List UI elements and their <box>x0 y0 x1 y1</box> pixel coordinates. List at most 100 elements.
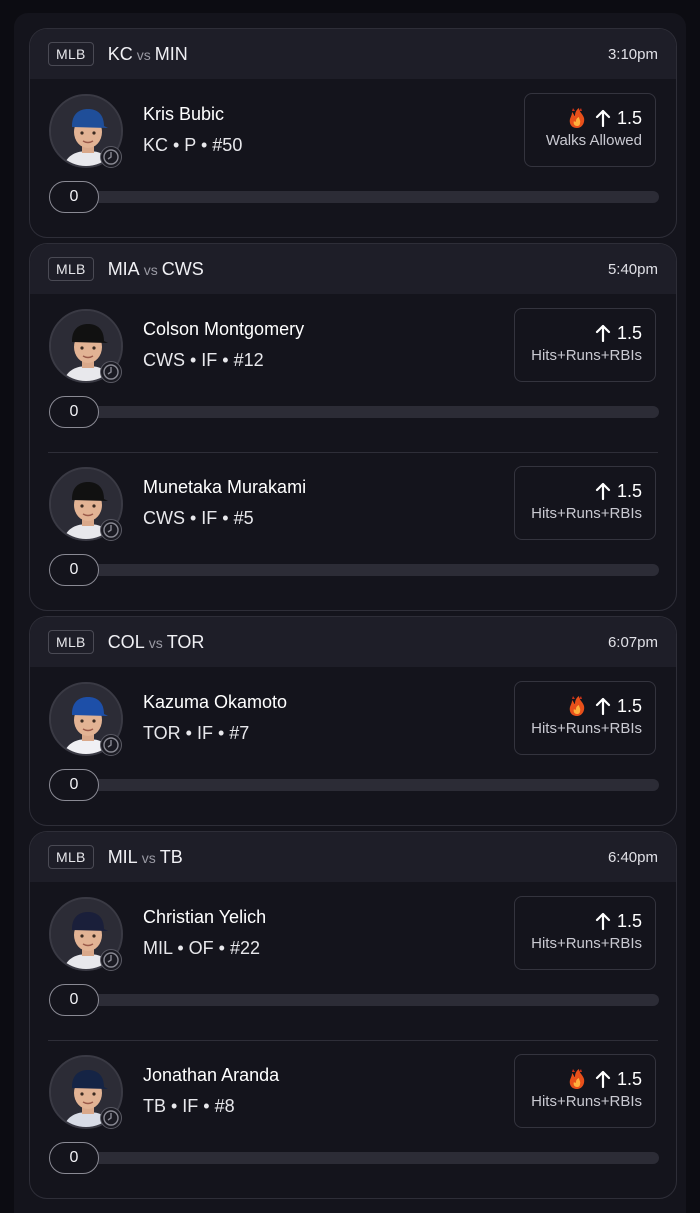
home-team: KC <box>107 43 133 64</box>
vs-label: vs <box>136 46 151 63</box>
progress-count: 0 <box>49 181 99 213</box>
prop-line-button[interactable]: 1.5 Walks Allowed <box>524 93 656 167</box>
stat-label: Hits+Runs+RBIs <box>531 935 642 952</box>
arrow-up-icon <box>595 482 611 500</box>
vs-label: vs <box>143 261 158 278</box>
player-meta: TB • IF • #8 <box>143 1096 235 1116</box>
progress-count: 0 <box>49 1142 99 1174</box>
player-name: Kazuma Okamoto <box>143 692 288 712</box>
player-meta: MIL • OF • #22 <box>143 938 260 958</box>
arrow-up-icon <box>595 912 611 930</box>
line-number: 1.5 <box>616 107 642 128</box>
stat-label: Hits+Runs+RBIs <box>531 505 642 522</box>
prop-line-value: 1.5 <box>528 910 642 932</box>
devil-flame-icon <box>567 107 587 129</box>
prop-line-button[interactable]: 1.5 Hits+Runs+RBIs <box>514 896 656 970</box>
prop-line-button[interactable]: 1.5 Hits+Runs+RBIs <box>514 466 656 540</box>
stat-label: Hits+Runs+RBIs <box>531 1093 642 1110</box>
game-time: 6:40pm <box>607 848 658 866</box>
clock-icon <box>100 949 122 971</box>
progress-track <box>49 564 659 576</box>
line-number: 1.5 <box>616 695 642 716</box>
prop-line-value: 1.5 <box>528 1068 642 1090</box>
player-name: Jonathan Aranda <box>143 1065 280 1085</box>
progress-track <box>49 191 659 203</box>
player-meta: CWS • IF • #12 <box>143 350 264 370</box>
devil-flame-icon <box>567 1068 587 1090</box>
home-team: MIL <box>107 846 138 867</box>
arrow-up-icon <box>595 324 611 342</box>
stat-label: Hits+Runs+RBIs <box>531 720 642 737</box>
progress-count: 0 <box>49 554 99 586</box>
devil-flame-icon <box>567 695 587 717</box>
home-team: COL <box>107 631 145 652</box>
clock-icon <box>100 146 122 168</box>
game-time: 6:07pm <box>607 633 658 651</box>
game-header: MLB KC vs MIN 3:10pm <box>30 29 676 79</box>
arrow-up-icon <box>595 1070 611 1088</box>
arrow-up-icon <box>595 697 611 715</box>
progress-count: 0 <box>49 984 99 1016</box>
player-row[interactable]: Kris Bubic KC • P • #50 1.5 Walks Allowed 0 <box>30 79 676 237</box>
game-time: 5:40pm <box>607 260 658 278</box>
prop-line-button[interactable]: 1.5 Hits+Runs+RBIs <box>514 308 656 382</box>
prop-line-button[interactable]: 1.5 Hits+Runs+RBIs <box>514 1054 656 1128</box>
league-badge: MLB <box>48 42 94 66</box>
home-team: MIA <box>107 258 140 279</box>
clock-icon <box>100 1107 122 1129</box>
vs-label: vs <box>141 849 156 866</box>
vs-label: vs <box>148 634 163 651</box>
progress-track <box>49 779 659 791</box>
progress-track <box>49 1152 659 1164</box>
game-time: 3:10pm <box>607 45 658 63</box>
matchup[interactable]: MIA vs CWS <box>108 259 204 280</box>
player-name: Munetaka Murakami <box>143 477 307 497</box>
progress-track <box>49 406 659 418</box>
player-meta: CWS • IF • #5 <box>143 508 254 528</box>
game-card: MLB MIL vs TB 6:40pm Christian Yelich MIL • OF… <box>29 831 677 1199</box>
clock-icon <box>100 361 122 383</box>
arrow-up-icon <box>595 109 611 127</box>
game-header: MLB MIL vs TB 6:40pm <box>30 832 676 882</box>
player-row[interactable]: Christian Yelich MIL • OF • #22 1.5 Hits+Ru… <box>30 882 676 1040</box>
player-row[interactable]: Jonathan Aranda TB • IF • #8 1.5 Hits+Runs+… <box>30 1040 676 1198</box>
away-team: CWS <box>161 258 204 279</box>
player-row[interactable]: Kazuma Okamoto TOR • IF • #7 1.5 Hits+Runs+… <box>30 667 676 825</box>
matchup[interactable]: MIL vs TB <box>108 847 183 868</box>
player-row[interactable]: Munetaka Murakami CWS • IF • #5 1.5 Hits+Ru… <box>30 452 676 610</box>
prop-line-value: 1.5 <box>528 480 642 502</box>
player-name: Kris Bubic <box>143 104 225 124</box>
progress-track <box>49 994 659 1006</box>
prop-line-button[interactable]: 1.5 Hits+Runs+RBIs <box>514 681 656 755</box>
away-team: MIN <box>154 43 188 64</box>
prop-line-value: 1.5 <box>538 107 642 129</box>
player-row[interactable]: Colson Montgomery CWS • IF • #12 1.5 Hits+R… <box>30 294 676 452</box>
prop-line-value: 1.5 <box>528 695 642 717</box>
line-number: 1.5 <box>616 910 642 931</box>
matchup[interactable]: KC vs MIN <box>108 44 188 65</box>
away-team: TOR <box>166 631 205 652</box>
player-name: Christian Yelich <box>143 907 267 927</box>
away-team: TB <box>159 846 183 867</box>
league-badge: MLB <box>48 630 94 654</box>
game-card: MLB MIA vs CWS 5:40pm Colson Montgomery CWS • … <box>29 243 677 611</box>
progress-count: 0 <box>49 769 99 801</box>
player-meta: TOR • IF • #7 <box>143 723 250 743</box>
stat-label: Hits+Runs+RBIs <box>531 347 642 364</box>
line-number: 1.5 <box>616 322 642 343</box>
game-card: MLB KC vs MIN 3:10pm Kris Bubic KC • P • #50 1.… <box>29 28 677 238</box>
clock-icon <box>100 734 122 756</box>
progress-count: 0 <box>49 396 99 428</box>
matchup[interactable]: COL vs TOR <box>108 632 205 653</box>
league-badge: MLB <box>48 845 94 869</box>
stat-label: Walks Allowed <box>545 132 642 149</box>
league-badge: MLB <box>48 257 94 281</box>
line-number: 1.5 <box>616 1068 642 1089</box>
game-header: MLB MIA vs CWS 5:40pm <box>30 244 676 294</box>
player-name: Colson Montgomery <box>143 319 305 339</box>
game-header: MLB COL vs TOR 6:07pm <box>30 617 676 667</box>
prop-line-value: 1.5 <box>528 322 642 344</box>
clock-icon <box>100 519 122 541</box>
player-meta: KC • P • #50 <box>143 135 243 155</box>
game-card: MLB COL vs TOR 6:07pm Kazuma Okamoto TOR • IF … <box>29 616 677 826</box>
